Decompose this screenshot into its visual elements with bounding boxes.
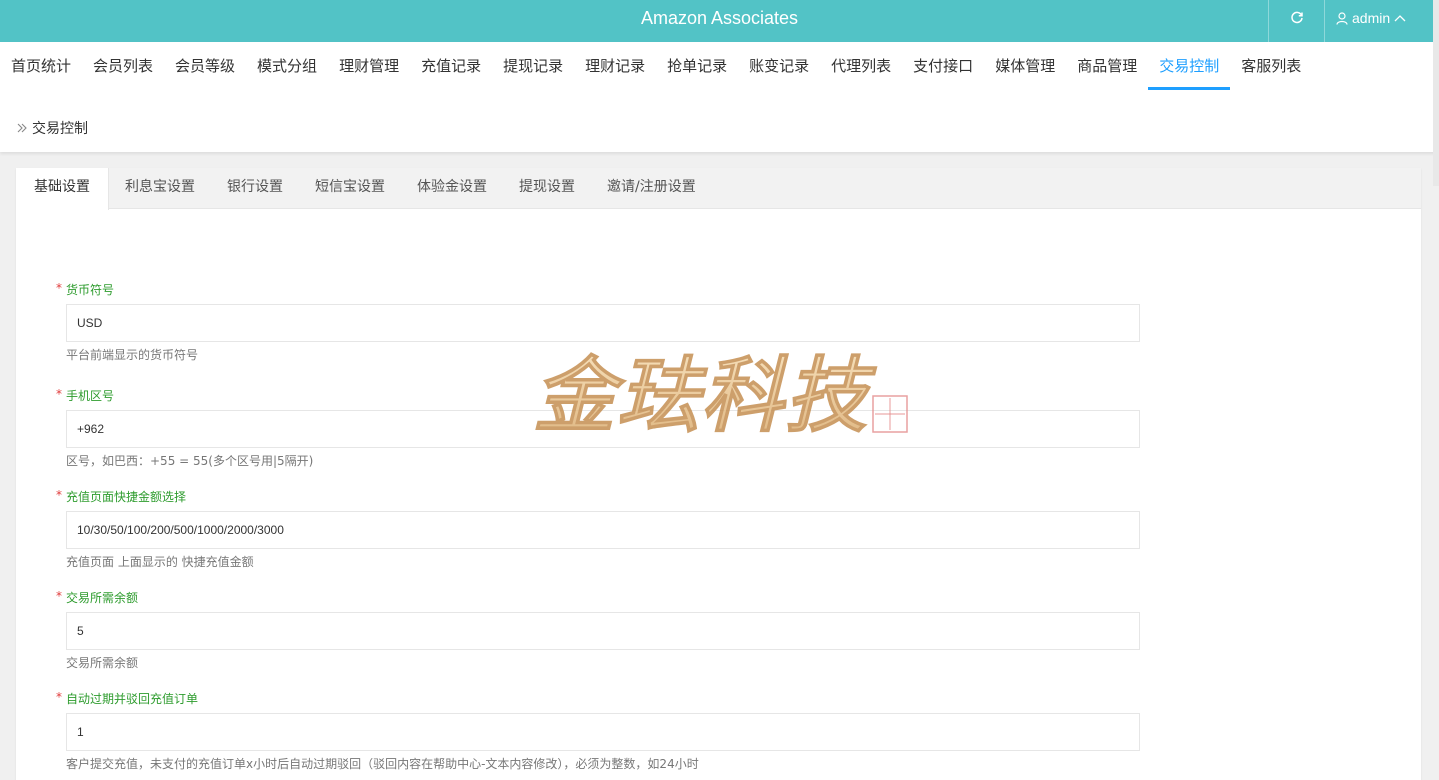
nav-item-trade-control[interactable]: 交易控制 <box>1148 42 1231 90</box>
nav-item-recharge-records[interactable]: 充值记录 <box>410 42 492 90</box>
field-help-text: 区号，如巴西：+55 = 55(多个区号用|5隔开) <box>66 454 314 468</box>
app-title: Amazon Associates <box>640 8 799 28</box>
field-label: 货币符号 <box>66 283 115 297</box>
nav-bar: 首页统计 会员列表 会员等级 模式分组 理财管理 充值记录 提现记录 理财记录 … <box>0 42 1439 152</box>
nav-item-home-stats[interactable]: 首页统计 <box>0 42 82 90</box>
required-balance-input[interactable]: 5 <box>66 612 1140 650</box>
phone-area-code-input[interactable]: +962 <box>66 410 1140 448</box>
auto-expire-hours-input[interactable]: 1 <box>66 713 1140 751</box>
settings-tabs: 基础设置 利息宝设置 银行设置 短信宝设置 体验金设置 提现设置 邀请/注册设置 <box>16 168 1421 210</box>
quick-recharge-amounts-input[interactable]: 10/30/50/100/200/500/1000/2000/3000 <box>66 511 1140 549</box>
tab-basic-settings[interactable]: 基础设置 <box>16 168 109 210</box>
field-help-text: 充值页面 上面显示的 快捷充值金额 <box>66 555 254 569</box>
tab-invite-register-settings[interactable]: 邀请/注册设置 <box>591 168 712 209</box>
tab-trial-fund-settings[interactable]: 体验金设置 <box>401 168 503 209</box>
nav-item-mode-groups[interactable]: 模式分组 <box>246 42 328 90</box>
top-bar: Amazon Associates admin <box>0 0 1439 42</box>
page-scrollbar[interactable] <box>1433 0 1439 186</box>
field-label: 交易所需余额 <box>66 591 139 605</box>
form-field-required-balance: * 交易所需余额 5 交易所需余额 <box>56 589 1140 671</box>
nav-item-withdraw-records[interactable]: 提现记录 <box>492 42 574 90</box>
required-mark: * <box>56 488 62 502</box>
required-mark: * <box>56 281 62 295</box>
nav-item-order-grab-records[interactable]: 抢单记录 <box>656 42 738 90</box>
form-field-phone-area-code: * 手机区号 +962 区号，如巴西：+55 = 55(多个区号用|5隔开) <box>56 387 1140 469</box>
chevron-up-icon <box>1394 15 1406 22</box>
nav-item-agents[interactable]: 代理列表 <box>820 42 902 90</box>
nav-item-account-change-records[interactable]: 账变记录 <box>738 42 820 90</box>
field-help-text: 平台前端显示的货币符号 <box>66 348 199 362</box>
refresh-icon <box>1290 11 1303 24</box>
tab-withdraw-settings[interactable]: 提现设置 <box>503 168 591 209</box>
breadcrumb-current: 交易控制 <box>32 121 88 137</box>
user-menu[interactable]: admin <box>1336 0 1439 42</box>
nav-item-payment-interfaces[interactable]: 支付接口 <box>902 42 984 90</box>
main-nav: 首页统计 会员列表 会员等级 模式分组 理财管理 充值记录 提现记录 理财记录 … <box>0 42 1312 90</box>
field-label: 自动过期并驳回充值订单 <box>66 692 199 706</box>
currency-symbol-input[interactable]: USD <box>66 304 1140 342</box>
field-help-text: 交易所需余额 <box>66 656 139 670</box>
user-icon <box>1336 11 1348 25</box>
tab-sms-settings[interactable]: 短信宝设置 <box>299 168 401 209</box>
nav-item-customer-service[interactable]: 客服列表 <box>1230 42 1312 90</box>
field-help-text: 客户提交充值，未支付的充值订单x小时后自动过期驳回（驳回内容在帮助中心-文本内容… <box>66 757 699 771</box>
field-label: 手机区号 <box>66 389 115 403</box>
settings-card: 基础设置 利息宝设置 银行设置 短信宝设置 体验金设置 提现设置 邀请/注册设置… <box>16 168 1421 780</box>
nav-item-media-management[interactable]: 媒体管理 <box>984 42 1066 90</box>
field-label: 充值页面快捷金额选择 <box>66 490 187 504</box>
double-chevron-right-icon <box>16 122 28 134</box>
nav-item-member-levels[interactable]: 会员等级 <box>164 42 246 90</box>
tab-bank-settings[interactable]: 银行设置 <box>211 168 299 209</box>
form-field-currency-symbol: * 货币符号 USD 平台前端显示的货币符号 <box>56 281 1140 363</box>
form-field-quick-recharge-amounts: * 充值页面快捷金额选择 10/30/50/100/200/500/1000/2… <box>56 488 1140 570</box>
nav-item-finance-management[interactable]: 理财管理 <box>328 42 410 90</box>
required-mark: * <box>56 690 62 704</box>
form-field-auto-expire-recharge: * 自动过期并驳回充值订单 1 客户提交充值，未支付的充值订单x小时后自动过期驳… <box>56 690 1140 772</box>
breadcrumb: 交易控制 <box>16 118 88 138</box>
nav-item-members[interactable]: 会员列表 <box>82 42 164 90</box>
user-name: admin <box>1352 10 1391 26</box>
tab-interest-settings[interactable]: 利息宝设置 <box>109 168 211 209</box>
required-mark: * <box>56 589 62 603</box>
required-mark: * <box>56 387 62 401</box>
nav-item-finance-records[interactable]: 理财记录 <box>574 42 656 90</box>
nav-item-product-management[interactable]: 商品管理 <box>1066 42 1148 90</box>
refresh-button[interactable] <box>1268 0 1325 42</box>
